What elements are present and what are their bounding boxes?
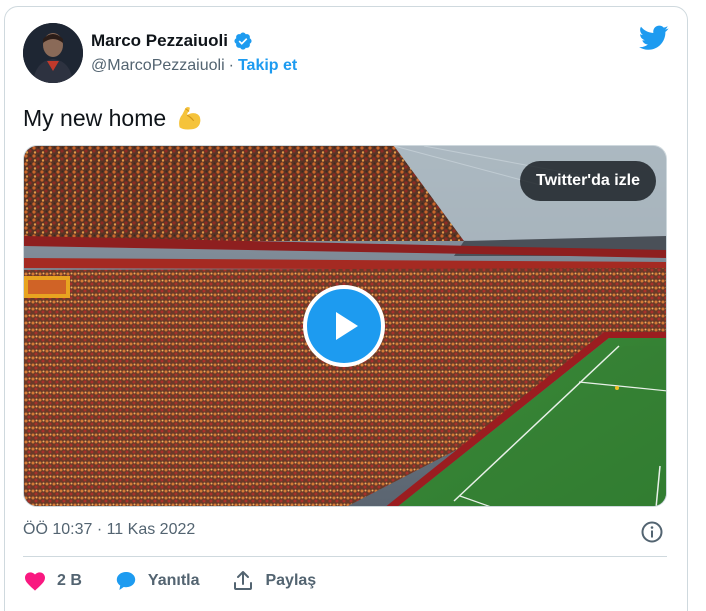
reply-bubble-icon xyxy=(116,572,136,590)
share-button[interactable]: Paylaş xyxy=(231,569,316,593)
author-handle[interactable]: @MarcoPezzaiuoli xyxy=(91,57,225,75)
tweet-card: Marco Pezzaiuoli @MarcoPezzaiuoli · Taki… xyxy=(4,6,688,611)
verified-badge-icon xyxy=(233,31,253,51)
share-icon xyxy=(234,571,253,590)
author-name-row: Marco Pezzaiuoli xyxy=(91,31,253,51)
tweet-text-row: My new home xyxy=(23,103,204,133)
play-icon xyxy=(336,312,358,340)
twitter-bird-icon[interactable] xyxy=(639,25,669,51)
tweet-text: My new home xyxy=(23,104,167,131)
watch-on-twitter-button[interactable]: Twitter'da izle xyxy=(520,161,656,201)
reply-label: Yanıtla xyxy=(147,572,200,589)
like-button[interactable]: 2 B xyxy=(23,569,82,593)
avatar[interactable] xyxy=(23,23,83,83)
share-label: Paylaş xyxy=(265,572,317,589)
tweet-timestamp[interactable]: ÖÖ 10:37 · 11 Kas 2022 xyxy=(23,521,195,539)
separator-dot: · xyxy=(228,57,234,74)
heart-icon xyxy=(25,572,45,591)
author-name[interactable]: Marco Pezzaiuoli xyxy=(91,31,228,51)
divider xyxy=(23,556,667,557)
reply-button[interactable]: Yanıtla xyxy=(114,569,200,593)
action-bar: 2 B Yanıtla Paylaş xyxy=(23,569,348,593)
video-player[interactable]: Twitter'da izle xyxy=(23,145,667,507)
author-handle-row: @MarcoPezzaiuoli · Takip et xyxy=(91,57,297,75)
follow-button[interactable]: Takip et xyxy=(238,57,297,75)
flexed-biceps-icon xyxy=(174,103,204,133)
like-count: 2 B xyxy=(57,572,82,589)
play-button[interactable] xyxy=(303,285,385,367)
info-icon[interactable] xyxy=(640,520,664,544)
